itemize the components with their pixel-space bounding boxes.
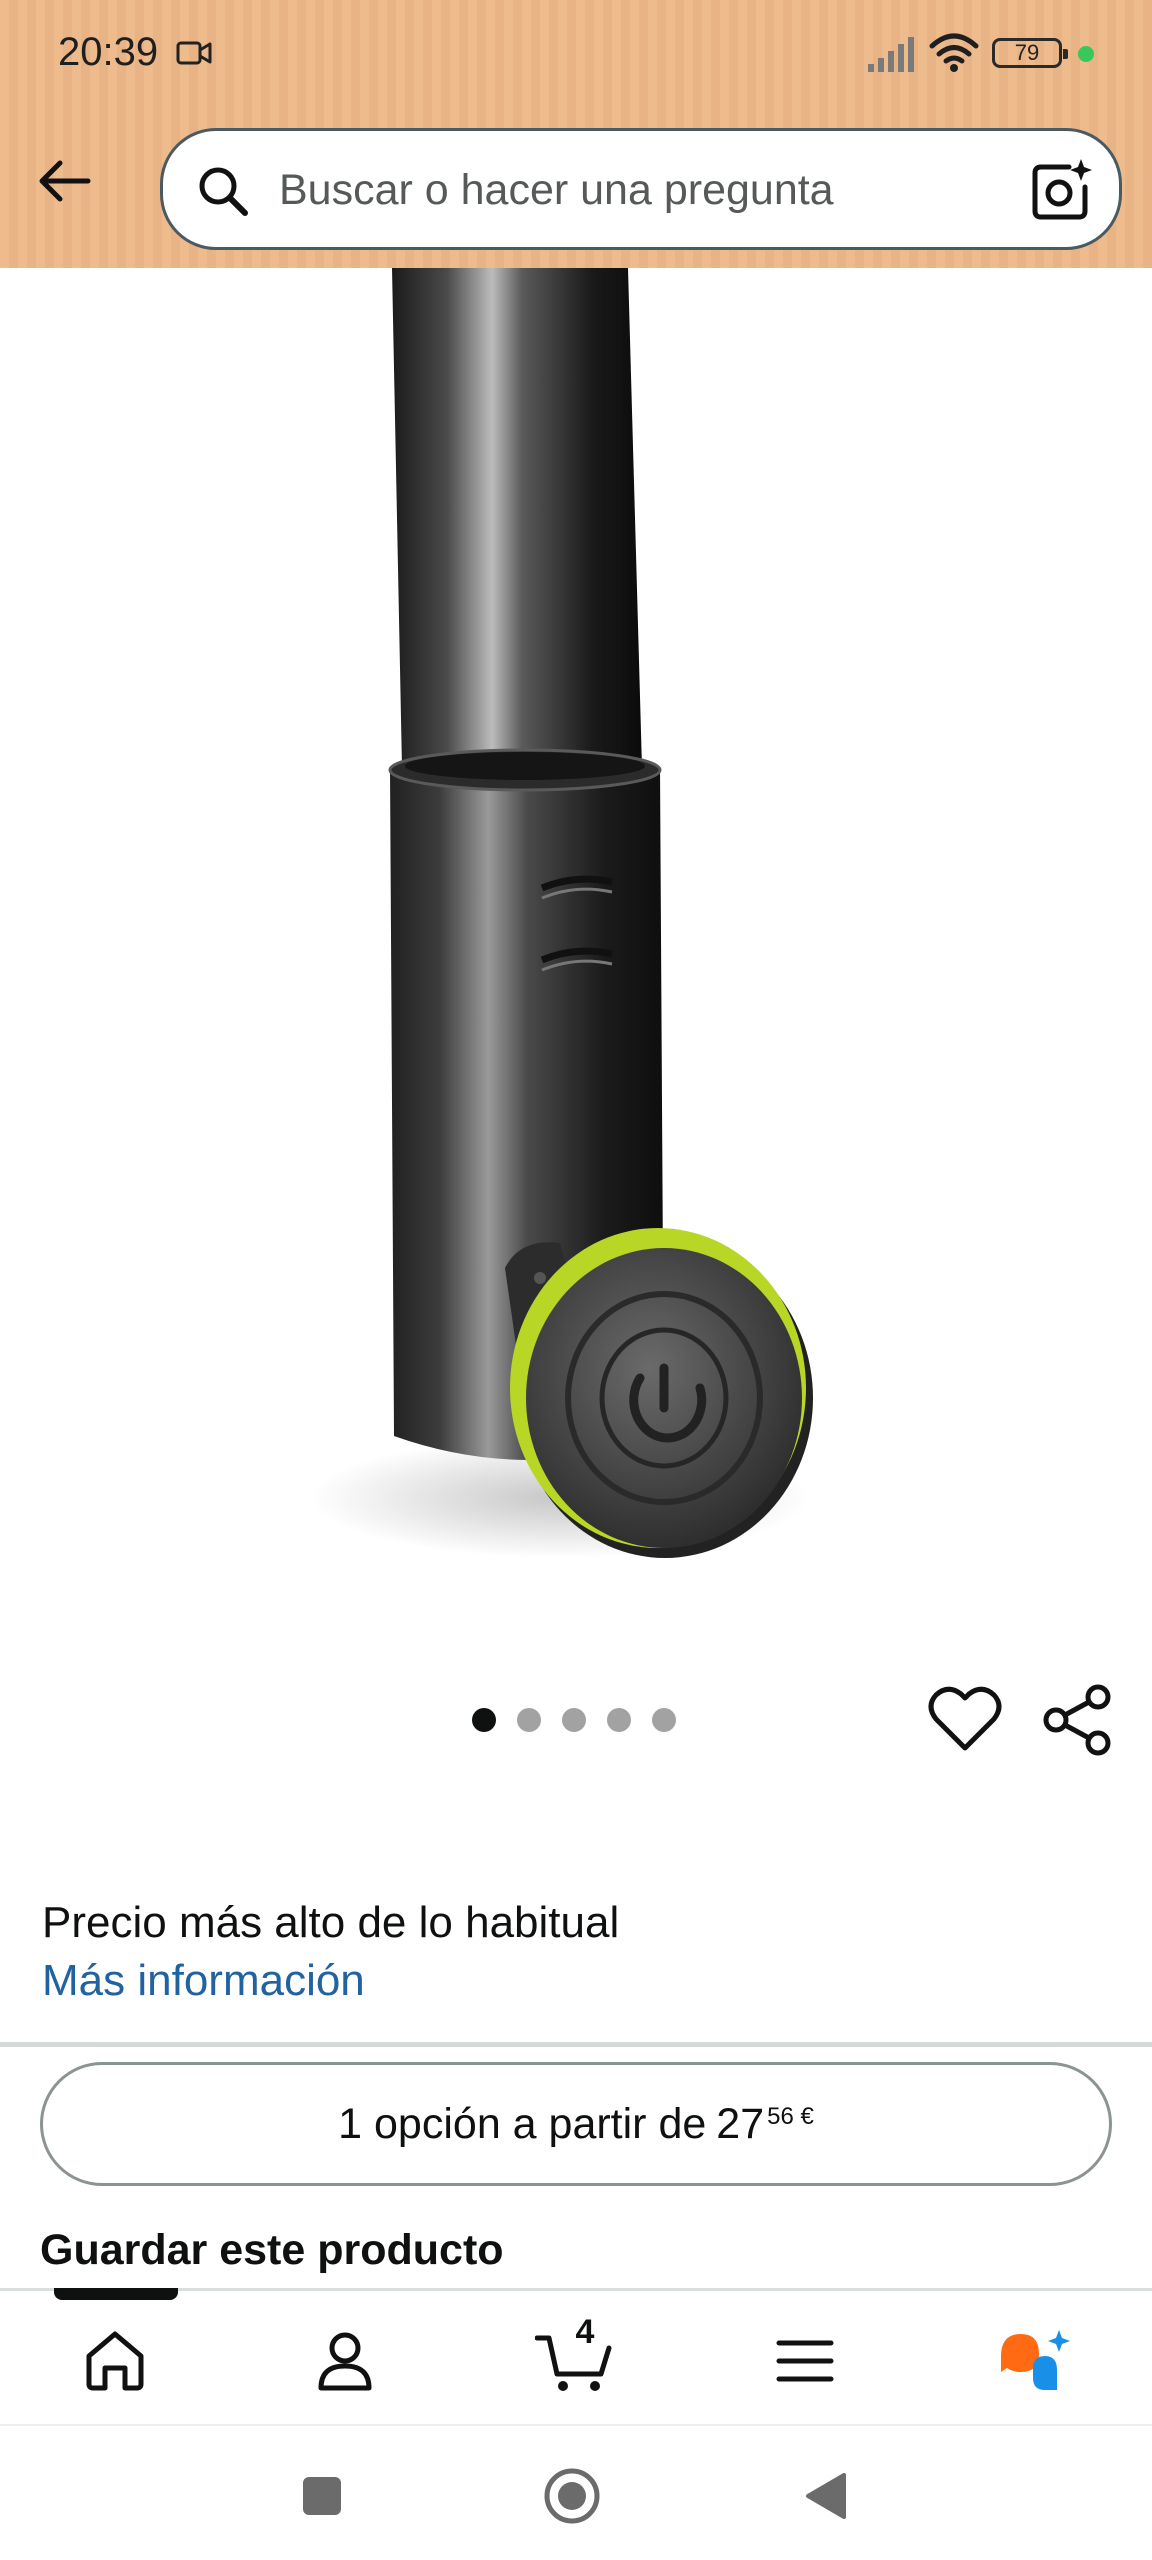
pager-dot[interactable]	[562, 1708, 586, 1732]
nav-cart[interactable]: 4	[530, 2313, 620, 2401]
arrow-left-icon	[39, 160, 91, 202]
price-note: Precio más alto de lo habitual	[42, 1898, 620, 1947]
back-system-button[interactable]	[794, 2464, 858, 2528]
back-button[interactable]	[26, 148, 102, 214]
options-price-whole: 27	[716, 2099, 765, 2148]
pager-dot[interactable]	[607, 1708, 631, 1732]
menu-icon	[776, 2340, 834, 2382]
status-time: 20:39	[58, 30, 159, 74]
divider	[0, 2042, 1152, 2047]
assistant-icon	[1001, 2330, 1070, 2390]
status-dot	[1078, 46, 1094, 62]
cart-count-badge: 4	[575, 2313, 595, 2351]
video-record-icon	[176, 41, 212, 65]
search-input[interactable]: Buscar o hacer una pregunta	[279, 166, 834, 215]
pager-dot[interactable]	[472, 1708, 496, 1732]
account-icon	[318, 2332, 372, 2391]
save-product-heading: Guardar este producto	[40, 2226, 504, 2274]
pager-dot[interactable]	[652, 1708, 676, 1732]
search-bar[interactable]: Buscar o hacer una pregunta	[160, 128, 1122, 250]
system-nav-bar	[0, 2424, 1152, 2560]
nav-assistant[interactable]	[990, 2321, 1080, 2401]
pager-dot[interactable]	[517, 1708, 541, 1732]
options-label: 1 opción a partir de	[338, 2099, 707, 2148]
recents-button[interactable]	[290, 2464, 354, 2528]
circle-home-icon	[544, 2468, 600, 2524]
home-system-button[interactable]	[540, 2464, 604, 2528]
recents-icon	[303, 2477, 341, 2515]
top-header: 20:39 79 Buscar o hacer una pregunta	[0, 0, 1152, 268]
search-icon	[199, 167, 248, 216]
buying-options-button[interactable]: 1 opción a partir de 27 56 €	[40, 2062, 1112, 2186]
image-pager	[472, 1708, 676, 1732]
home-icon	[86, 2331, 144, 2391]
active-tab-indicator	[54, 2288, 178, 2300]
nav-account[interactable]	[300, 2321, 390, 2401]
more-info-link[interactable]: Más información	[42, 1956, 365, 2006]
share-icon[interactable]	[1042, 1684, 1112, 1756]
signal-icon	[868, 37, 914, 72]
nav-menu[interactable]	[760, 2321, 850, 2401]
nav-home[interactable]	[70, 2321, 160, 2401]
camera-search-icon[interactable]	[1029, 157, 1095, 223]
speaker-stand-image	[310, 268, 813, 1558]
battery-level: 79	[1014, 40, 1040, 65]
bottom-nav: 4	[0, 2288, 1152, 2424]
status-bar: 20:39 79	[0, 0, 1152, 110]
triangle-back-icon	[806, 2473, 846, 2519]
battery-icon: 79	[992, 38, 1068, 68]
options-price-fraction: 56 €	[767, 2103, 814, 2130]
heart-icon[interactable]	[928, 1684, 1002, 1754]
product-image[interactable]	[0, 268, 1152, 1598]
wifi-icon	[929, 33, 979, 72]
